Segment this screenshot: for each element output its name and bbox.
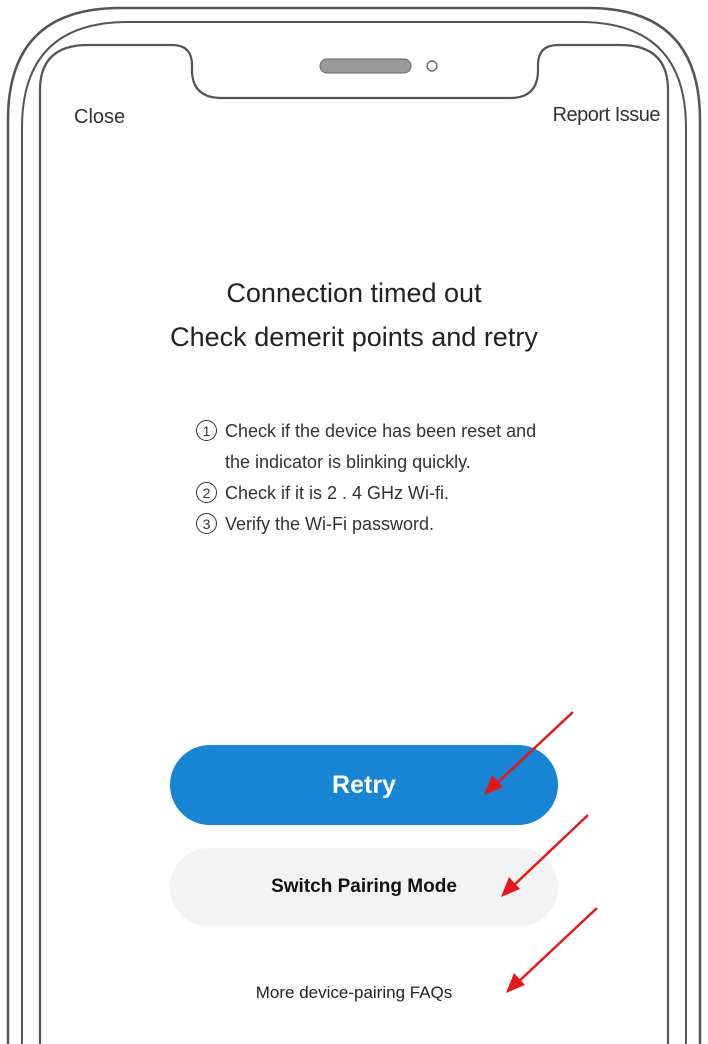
step-text: Verify the Wi-Fi password.: [225, 514, 435, 534]
step-text-line: the indicator is blinking quickly.: [225, 452, 471, 472]
step-number-icon: 3: [196, 513, 217, 534]
step-item: 2 Check if it is 2 . 4 GHz Wi-fi.: [196, 482, 656, 504]
step-number-icon: 2: [196, 482, 217, 503]
switch-pairing-mode-button[interactable]: Switch Pairing Mode: [170, 848, 558, 926]
retry-button[interactable]: Retry: [170, 745, 558, 825]
step-text: Check if it is 2 . 4 GHz Wi-fi.: [225, 483, 450, 503]
step-item: 3 Verify the Wi-Fi password.: [196, 513, 656, 535]
pairing-faq-link[interactable]: More device-pairing FAQs: [0, 983, 708, 1003]
speaker-grille-icon: [319, 58, 412, 74]
step-number-icon: 1: [196, 420, 217, 441]
page-subtitle: Check demerit points and retry: [170, 322, 538, 352]
step-text-line: Check if the device has been reset and: [225, 421, 537, 441]
close-button[interactable]: Close: [74, 106, 125, 129]
step-text: Check if the device has been reset and t…: [225, 420, 536, 473]
step-item: 1 Check if the device has been reset and…: [196, 420, 656, 473]
troubleshooting-steps: 1 Check if the device has been reset and…: [196, 420, 656, 544]
page-title: Connection timed out: [226, 278, 482, 308]
front-camera-icon: [426, 60, 438, 72]
report-issue-button[interactable]: Report Issue: [553, 104, 661, 127]
